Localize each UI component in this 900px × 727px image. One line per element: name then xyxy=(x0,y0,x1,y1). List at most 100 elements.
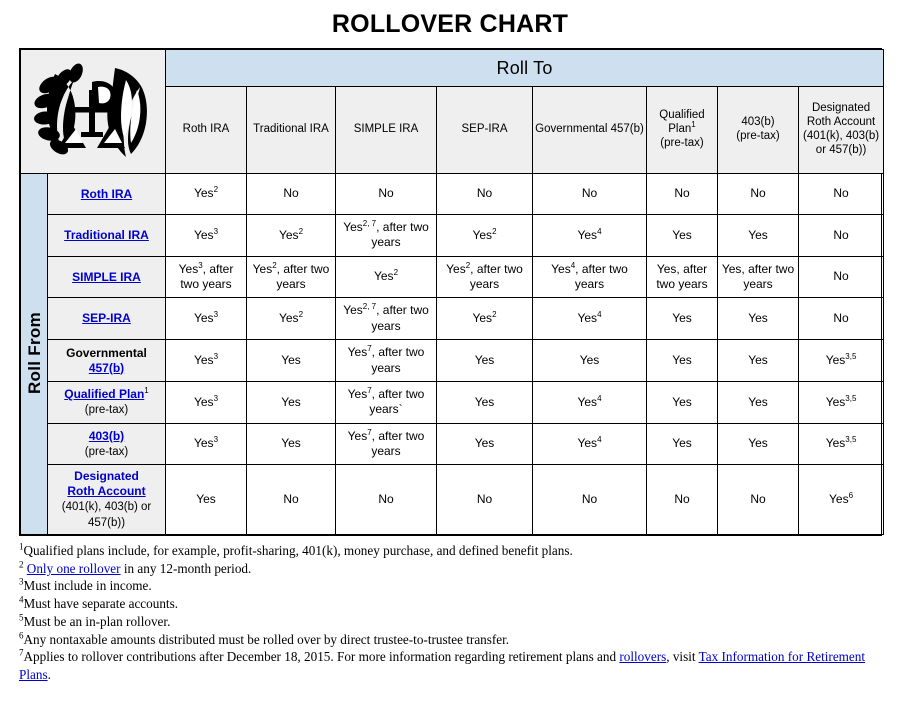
footnote-text: . xyxy=(47,666,51,682)
row-header-simple_ira[interactable]: SIMPLE IRA xyxy=(47,255,166,299)
column-header-label: SEP-IRA xyxy=(461,123,508,136)
cell-value: No xyxy=(833,186,849,201)
row-header-roth_ira[interactable]: Roth IRA xyxy=(47,173,166,215)
cell-qualified_plan-to-traditional_ira: Yes xyxy=(246,380,336,424)
column-header-label: Qualified Plan xyxy=(659,109,705,136)
cell-governmental_457b-to-designated_roth: Yes3,5 xyxy=(797,339,885,382)
cell-value: Yes xyxy=(446,261,466,276)
footnote-ref: 3,5 xyxy=(845,435,857,445)
cell-value: Yes xyxy=(748,227,768,242)
row-header-link[interactable]: SEP-IRA xyxy=(82,311,131,325)
cell-designated_roth_account-to-designated_roth: Yes6 xyxy=(797,464,885,536)
rollover-chart-page: ROLLOVER CHART Roll To Roth IRA Traditio… xyxy=(0,0,900,727)
cell-qualifier: , after two years xyxy=(574,261,628,292)
cell-value: No xyxy=(833,269,849,284)
row-header-link[interactable]: Roth Account xyxy=(67,484,145,498)
cell-value: No xyxy=(378,186,394,201)
row-header-link[interactable]: 457(b) xyxy=(89,361,124,375)
row-header-link[interactable]: Qualified Plan xyxy=(64,387,144,401)
cell-designated_roth_account-to-traditional_ira: No xyxy=(246,464,336,536)
column-header-label: Designated Roth Account xyxy=(806,102,876,129)
cell-value: Yes xyxy=(748,394,768,409)
footnote-text: , visit xyxy=(666,649,699,665)
row-header-sublabel: (pre-tax) xyxy=(84,445,129,458)
table-row: SIMPLE IRA Yes3, after two years Yes2, aft… xyxy=(21,255,885,299)
cell-403b-to-designated_roth: Yes3,5 xyxy=(797,422,885,466)
row-header-sep_ira[interactable]: SEP-IRA xyxy=(47,297,166,341)
cell-simple_ira-to-traditional_ira: Yes2, after two years xyxy=(246,255,336,299)
row-header-link[interactable]: Traditional IRA xyxy=(64,228,149,242)
table-row: Traditional IRA Yes3 Yes2 Yes2, 7, after tw… xyxy=(21,214,885,257)
footnote-6: 6Any nontaxable amounts distributed must… xyxy=(19,631,882,649)
cell-traditional_ira-to-sep_ira: Yes2 xyxy=(436,214,533,257)
footnote-text: Must have separate accounts. xyxy=(23,596,179,612)
row-header-designated_roth_account[interactable]: Designated Roth Account (401(k), 403(b) or… xyxy=(47,464,166,536)
cell-designated_roth_account-to-403b: No xyxy=(717,464,799,536)
cell-value: Yes xyxy=(577,227,598,242)
row-header-traditional_ira[interactable]: Traditional IRA xyxy=(47,214,166,257)
footnote-5: 5Must be an in-plan rollover. xyxy=(19,613,882,631)
cell-value: Yes xyxy=(347,345,368,360)
cell-value: Yes xyxy=(196,492,216,506)
row-header-403b[interactable]: 403(b) (pre-tax) xyxy=(47,422,166,466)
row-header-governmental_457b[interactable]: Governmental 457(b) xyxy=(47,339,166,382)
cell-value: No xyxy=(674,186,690,201)
footnote-link[interactable]: rollovers xyxy=(619,649,666,664)
cell-value: Yes xyxy=(577,394,598,409)
footnote-ref: 6 xyxy=(848,491,854,500)
cell-sep_ira-to-simple_ira: Yes2, 7, after two years xyxy=(335,297,437,341)
cell-value: Yes xyxy=(829,492,849,506)
cell-value: Yes xyxy=(347,386,368,401)
footnote-ref: 4 xyxy=(597,435,602,445)
cell-value: Yes xyxy=(748,436,768,451)
cell-simple_ira-to-roth_ira: Yes3, after two years xyxy=(165,255,247,299)
cell-sep_ira-to-sep_ira: Yes2 xyxy=(436,297,533,341)
footnote-text: Must include in income. xyxy=(23,578,152,594)
cell-roth_ira-to-qualified_plan: No xyxy=(646,173,718,215)
cell-qualifier: , after two years xyxy=(469,261,523,292)
cell-value: Yes xyxy=(193,352,214,367)
column-header-simple-ira: SIMPLE IRA xyxy=(335,86,437,174)
cell-value: Yes xyxy=(193,186,214,201)
table-row: Roll From Roth IRA Yes2 No No No No No No No xyxy=(20,172,885,536)
cell-roth_ira-to-governmental_457b: No xyxy=(532,173,647,215)
column-header-label: SIMPLE IRA xyxy=(353,123,419,136)
irs-logo-cell xyxy=(20,49,166,174)
footnote-link[interactable]: Only one rollover xyxy=(27,561,121,576)
footnote-text: Applies to rollover contributions after … xyxy=(23,649,620,665)
row-header-link[interactable]: Roth IRA xyxy=(81,187,132,201)
row-header-link[interactable]: 403(b) xyxy=(89,429,124,443)
cell-value: Yes xyxy=(474,394,495,409)
cell-value: Yes xyxy=(748,311,768,326)
footnote-ref: 2, 7 xyxy=(362,219,377,228)
row-header-sublabel: (pre-tax) xyxy=(84,404,129,417)
cell-value: Yes xyxy=(193,227,214,242)
footnote-ref: 3,5 xyxy=(845,393,857,403)
cell-value: No xyxy=(674,492,690,506)
cell-roth_ira-to-traditional_ira: No xyxy=(246,173,336,215)
footnote-ref: 3 xyxy=(213,351,219,361)
cell-value: Yes xyxy=(373,269,394,284)
cell-roth_ira-to-sep_ira: No xyxy=(436,173,533,215)
footnote-ref: 2 xyxy=(213,185,219,195)
column-header-sublabel: (401(k), 403(b) or 457(b)) xyxy=(803,130,880,156)
footnote-ref: 2 xyxy=(298,226,304,236)
cell-qualifier: , after two years xyxy=(371,345,425,375)
cell-value: Yes xyxy=(178,261,199,276)
cell-qualifier: , after two years xyxy=(371,428,425,458)
cell-value: Yes xyxy=(472,227,493,242)
row-header-qualified_plan[interactable]: Qualified Plan1 (pre-tax) xyxy=(47,380,166,424)
cell-value: No xyxy=(581,492,598,506)
cell-traditional_ira-to-roth_ira: Yes3 xyxy=(165,214,247,257)
cell-value: Yes xyxy=(474,352,495,367)
cell-value: Yes xyxy=(278,311,299,326)
column-header-sublabel: (pre-tax) xyxy=(736,130,780,142)
footnote-ref: 2 xyxy=(393,268,399,278)
cell-value: Yes xyxy=(577,436,598,451)
cell-qualified_plan-to-designated_roth: Yes3,5 xyxy=(797,380,885,424)
cell-roth_ira-to-roth_ira: Yes2 xyxy=(165,173,247,215)
footnote-ref: 3,5 xyxy=(845,351,857,361)
column-header-sublabel: (pre-tax) xyxy=(660,136,704,149)
cell-value: No xyxy=(283,186,299,201)
row-header-link[interactable]: SIMPLE IRA xyxy=(72,270,141,284)
